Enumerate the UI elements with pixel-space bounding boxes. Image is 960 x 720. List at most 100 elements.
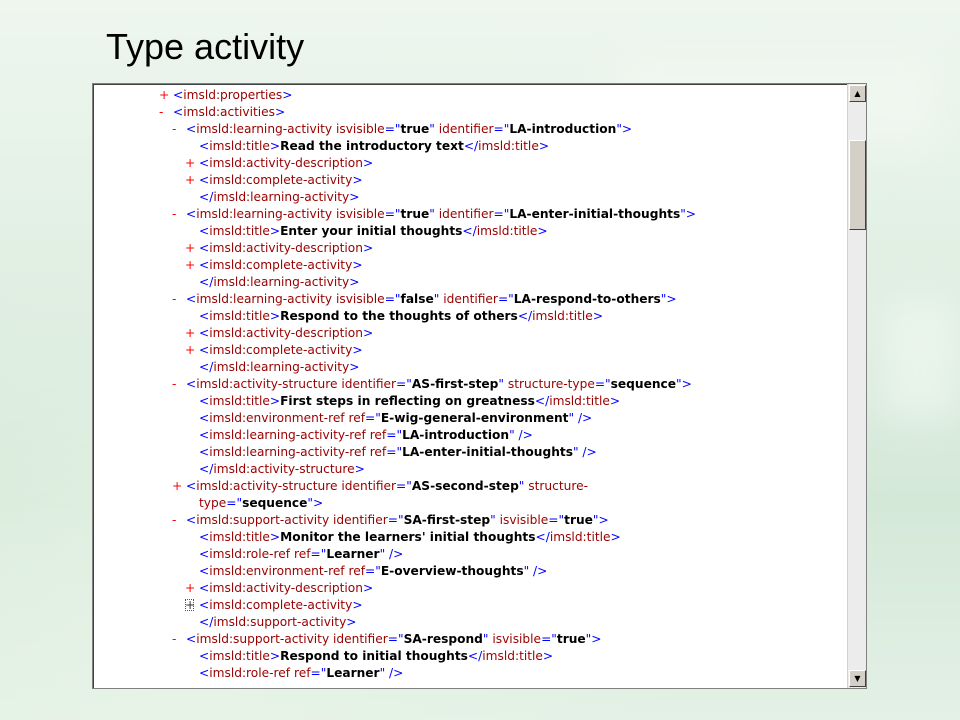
xml-token: " xyxy=(498,377,508,391)
xml-token: =" xyxy=(396,479,412,493)
xml-token: imsld:activity-description xyxy=(209,156,363,170)
expand-collapse-toggle[interactable]: - xyxy=(172,631,186,648)
xml-line: - <imsld:activity-structure identifier="A… xyxy=(93,376,843,393)
xml-token: identifier xyxy=(333,513,388,527)
xml-token: structure- xyxy=(528,479,588,493)
xml-token: isvisible xyxy=(499,513,549,527)
expand-collapse-toggle[interactable]: + xyxy=(185,172,199,189)
xml-line: </imsld:learning-activity> xyxy=(93,274,843,291)
xml-token: > xyxy=(352,598,363,612)
xml-token: imsld:title xyxy=(478,139,539,153)
xml-token: " xyxy=(518,479,529,493)
expand-collapse-toggle[interactable]: + xyxy=(185,257,199,274)
xml-token: =" xyxy=(310,547,327,561)
xml-token: > xyxy=(354,462,365,476)
xml-token: =" xyxy=(365,564,381,578)
xml-token: E-overview-thoughts xyxy=(380,564,524,578)
xml-token: imsld:title xyxy=(209,309,270,323)
expand-collapse-toggle[interactable]: + xyxy=(185,325,199,342)
expand-collapse-toggle[interactable]: + xyxy=(185,580,199,597)
xml-token: imsld:learning-activity xyxy=(196,292,336,306)
xml-token: imsld:role-ref xyxy=(209,666,294,680)
xml-token: imsld:learning-activity xyxy=(196,122,336,136)
expand-collapse-toggle[interactable]: + xyxy=(185,599,195,611)
xml-token: Respond to the thoughts of others xyxy=(280,309,518,323)
xml-token: < xyxy=(199,156,210,170)
xml-token: > xyxy=(362,581,374,595)
expand-collapse-toggle[interactable]: + xyxy=(172,478,186,495)
xml-token: </ xyxy=(199,275,214,289)
xml-line: + <imsld:complete-activity> xyxy=(93,172,843,189)
xml-token: < xyxy=(199,258,210,272)
expand-collapse-toggle[interactable]: - xyxy=(172,291,186,308)
xml-token: < xyxy=(186,122,197,136)
xml-token: sequence xyxy=(610,377,677,391)
xml-token: imsld:learning-activity-ref xyxy=(209,428,370,442)
xml-token: imsld:properties xyxy=(183,88,283,102)
xml-token: imsld:activity-description xyxy=(209,581,363,595)
expand-collapse-toggle[interactable]: - xyxy=(159,104,173,121)
xml-token: =" xyxy=(497,292,514,306)
xml-token: < xyxy=(199,445,210,459)
xml-token: true xyxy=(400,122,430,136)
xml-token: > xyxy=(269,394,281,408)
xml-token: imsld:title xyxy=(549,530,611,544)
xml-token: =" xyxy=(387,513,404,527)
xml-token: < xyxy=(199,581,210,595)
xml-token: " /> xyxy=(523,564,548,578)
xml-line: + <imsld:activity-description> xyxy=(93,155,843,172)
xml-line: + <imsld:complete-activity> xyxy=(93,597,843,614)
expand-collapse-toggle[interactable]: + xyxy=(185,155,199,172)
xml-token: isvisible xyxy=(335,292,385,306)
xml-line: </imsld:support-activity> xyxy=(93,614,843,631)
xml-token: Enter your initial thoughts xyxy=(280,224,463,238)
xml-token: ref xyxy=(293,666,311,680)
xml-token: </ xyxy=(517,309,533,323)
xml-token: > xyxy=(269,139,281,153)
xml-line: <imsld:title>Monitor the learners' initi… xyxy=(93,529,843,546)
xml-token: imsld:activity-structure xyxy=(196,377,342,391)
xml-token: =" xyxy=(365,411,381,425)
expand-collapse-toggle[interactable]: - xyxy=(172,206,186,223)
expand-collapse-toggle[interactable]: + xyxy=(159,87,173,104)
xml-token: =" xyxy=(493,207,510,221)
expand-collapse-toggle[interactable]: + xyxy=(185,240,199,257)
expand-collapse-toggle[interactable]: - xyxy=(172,512,186,529)
xml-token: " /> xyxy=(572,445,597,459)
xml-token: Learner xyxy=(326,547,380,561)
xml-token: =" xyxy=(226,496,243,510)
xml-token: isvisible xyxy=(492,632,542,646)
expand-collapse-toggle[interactable]: - xyxy=(172,376,186,393)
xml-token: > xyxy=(538,139,550,153)
xml-token: imsld:complete-activity xyxy=(209,343,353,357)
vertical-scrollbar[interactable]: ▲ ▼ xyxy=(847,84,866,688)
xml-line: + <imsld:properties> xyxy=(93,87,843,104)
xml-line: - <imsld:activities> xyxy=(93,104,843,121)
expand-collapse-toggle[interactable]: + xyxy=(185,342,199,359)
xml-token: < xyxy=(186,292,197,306)
xml-token: SA-first-step xyxy=(403,513,491,527)
expand-collapse-toggle[interactable]: - xyxy=(172,121,186,138)
scrollbar-thumb[interactable] xyxy=(849,139,866,230)
xml-token: LA-respond-to-others xyxy=(513,292,661,306)
xml-token: ref xyxy=(369,428,387,442)
xml-line: - <imsld:learning-activity isvisible="fal… xyxy=(93,291,843,308)
xml-line: - <imsld:support-activity identifier="SA-… xyxy=(93,512,843,529)
xml-token: =" xyxy=(386,428,403,442)
xml-viewer-window[interactable]: + <imsld:properties> - <imsld:activities> - <… xyxy=(92,83,867,689)
xml-line: + <imsld:complete-activity> xyxy=(93,257,843,274)
arrow-up-icon[interactable]: ▲ xyxy=(849,85,866,102)
xml-token: < xyxy=(199,411,210,425)
xml-token: > xyxy=(269,309,281,323)
xml-token: imsld:title xyxy=(209,530,270,544)
xml-token: imsld:activity-structure xyxy=(213,462,355,476)
xml-token: > xyxy=(610,530,621,544)
xml-token: > xyxy=(609,394,621,408)
xml-token: > xyxy=(537,224,548,238)
xml-token: "> xyxy=(307,496,324,510)
xml-token: </ xyxy=(199,462,214,476)
xml-token: imsld:title xyxy=(532,309,593,323)
xml-token: </ xyxy=(463,139,479,153)
xml-token: ref xyxy=(369,445,387,459)
arrow-down-icon[interactable]: ▼ xyxy=(849,670,866,687)
